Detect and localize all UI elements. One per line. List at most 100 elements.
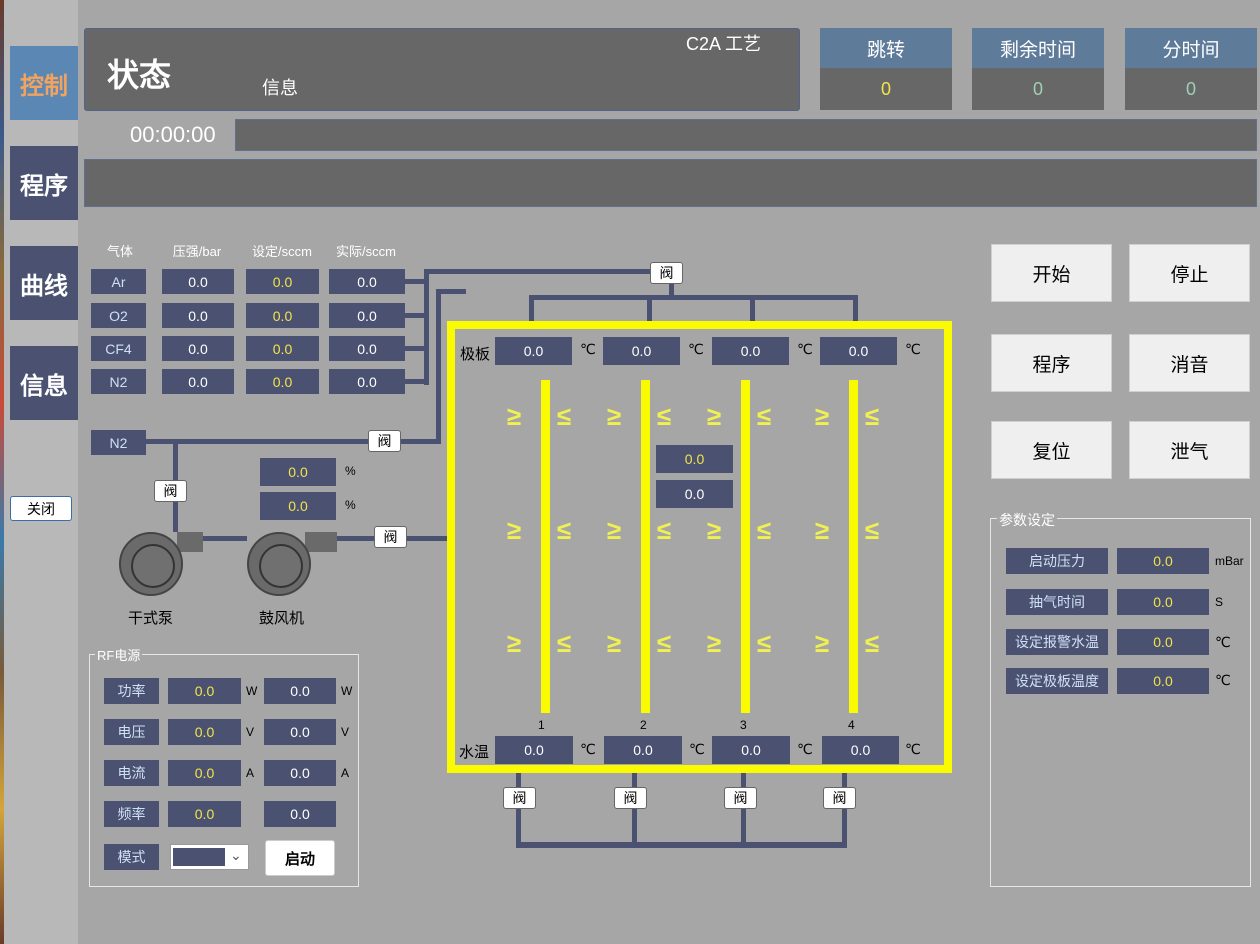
chamber-frame (447, 321, 952, 773)
window-edge (0, 0, 4, 944)
n2-purge-label: N2 (91, 430, 146, 455)
progress-bar (235, 119, 1257, 151)
start-button[interactable]: 开始 (991, 244, 1112, 302)
param-pump-time-value[interactable]: 0.0 (1117, 589, 1209, 615)
pipe (203, 536, 247, 541)
param-start-pressure-value[interactable]: 0.0 (1117, 548, 1209, 574)
pipe (750, 295, 755, 321)
water-temp-unit-4: ℃ (905, 741, 921, 757)
mute-button[interactable]: 消音 (1129, 334, 1250, 392)
pipe (407, 536, 449, 541)
water-valve-2[interactable]: 阀 (614, 787, 647, 809)
electrode-3 (741, 380, 750, 713)
plasma-glow-icon: ≤ (757, 401, 771, 431)
plasma-glow-icon: ≥ (707, 401, 721, 431)
pipe (529, 295, 534, 321)
water-temp-4: 0.0 (822, 736, 899, 764)
rf-start-button[interactable]: 启动 (265, 840, 335, 876)
pipe (337, 536, 375, 541)
pipe (146, 439, 368, 444)
param-start-pressure-unit: mBar (1215, 554, 1244, 568)
params-title: 参数设定 (997, 510, 1057, 530)
electrode-number-4: 4 (848, 718, 855, 732)
rf-power-value-1[interactable]: 0.0 (168, 678, 241, 704)
pipe (842, 773, 847, 787)
plate-label: 极板 (460, 346, 491, 363)
plasma-glow-icon: ≤ (757, 628, 771, 658)
plate-temp-1: 0.0 (495, 337, 572, 365)
gas-pressure-n2: 0.0 (162, 369, 234, 394)
stop-button[interactable]: 停止 (1129, 244, 1250, 302)
rf-current-unit-2: A (341, 766, 350, 780)
rf-voltage-value-2: 0.0 (264, 719, 336, 745)
pipe (424, 269, 650, 274)
electrode-number-3: 3 (740, 718, 747, 732)
gas-name-o2: O2 (91, 303, 146, 328)
water-temp-3: 0.0 (712, 736, 790, 764)
water-temp-2: 0.0 (604, 736, 682, 764)
status-title: 状态 (107, 57, 172, 93)
plate-temp-unit-2: ℃ (688, 341, 704, 357)
nav-control-button[interactable]: 控制 (10, 46, 78, 120)
water-valve-1[interactable]: 阀 (503, 787, 536, 809)
rf-current-value-2: 0.0 (264, 760, 336, 786)
nav-curve-button[interactable]: 曲线 (10, 246, 78, 320)
gas-main-valve[interactable]: 阀 (650, 262, 683, 284)
plasma-glow-icon: ≥ (607, 515, 621, 545)
gas-name-n2: N2 (91, 369, 146, 394)
gas-set-n2[interactable]: 0.0 (246, 369, 319, 394)
rf-current-value-1[interactable]: 0.0 (168, 760, 241, 786)
param-plate-temp-label: 设定极板温度 (1006, 668, 1108, 694)
nav-info-button[interactable]: 信息 (10, 346, 78, 420)
rf-power-title: RF电源 (95, 645, 143, 664)
param-alarm-water-temp-value[interactable]: 0.0 (1117, 629, 1209, 655)
rf-power-label: 功率 (104, 678, 159, 704)
param-plate-temp-value[interactable]: 0.0 (1117, 668, 1209, 694)
pipe (516, 773, 521, 787)
gas-header-gas: 气体 (106, 244, 133, 259)
water-temp-label: 水温 (459, 744, 490, 761)
rf-voltage-unit-2: V (341, 725, 350, 739)
elapsed-time: 00:00:00 (130, 122, 216, 147)
pipe (529, 295, 858, 300)
dry-pump-label: 干式泵 (128, 610, 174, 627)
electrode-number-1: 1 (538, 718, 545, 732)
plate-temp-3: 0.0 (712, 337, 789, 365)
pipe (647, 295, 652, 321)
pipe (516, 842, 847, 848)
plasma-glow-icon: ≤ (757, 515, 771, 545)
program-button[interactable]: 程序 (991, 334, 1112, 392)
rf-voltage-value-1[interactable]: 0.0 (168, 719, 241, 745)
blower-outlet (305, 532, 337, 552)
gas-header-pressure: 压强/bar (172, 244, 222, 259)
gas-set-ar[interactable]: 0.0 (246, 269, 319, 294)
water-valve-4[interactable]: 阀 (823, 787, 856, 809)
pipe (401, 439, 441, 444)
gas-header-actual: 实际/sccm (336, 244, 396, 259)
left-sidebar (0, 0, 78, 944)
pipe (436, 289, 441, 444)
water-valve-3[interactable]: 阀 (724, 787, 757, 809)
gas-set-cf4[interactable]: 0.0 (246, 336, 319, 361)
gas-pressure-cf4: 0.0 (162, 336, 234, 361)
rf-frequency-value-1[interactable]: 0.0 (168, 801, 241, 827)
dry-pump-valve[interactable]: 阀 (154, 480, 187, 502)
pipe (853, 295, 858, 321)
reset-button[interactable]: 复位 (991, 421, 1112, 479)
plasma-glow-icon: ≥ (707, 628, 721, 658)
gas-pressure-o2: 0.0 (162, 303, 234, 328)
close-button[interactable]: 关闭 (10, 496, 72, 521)
gas-set-o2[interactable]: 0.0 (246, 303, 319, 328)
n2-purge-valve[interactable]: 阀 (368, 430, 401, 452)
vent-button[interactable]: 泄气 (1129, 421, 1250, 479)
water-temp-unit-3: ℃ (797, 741, 813, 757)
nav-program-button[interactable]: 程序 (10, 146, 78, 220)
rf-current-label: 电流 (104, 760, 159, 786)
plate-temp-4: 0.0 (820, 337, 897, 365)
plasma-glow-icon: ≤ (557, 515, 571, 545)
dry-pump-outlet (177, 532, 203, 552)
gas-name-ar: Ar (91, 269, 146, 294)
rf-voltage-unit-1: V (246, 725, 255, 739)
blower-valve[interactable]: 阀 (374, 526, 407, 548)
rf-mode-select[interactable]: ⌄ (170, 844, 249, 870)
